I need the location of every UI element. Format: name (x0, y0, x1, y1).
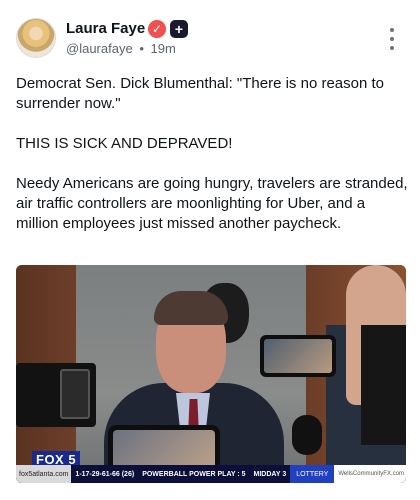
camera-right (361, 325, 406, 445)
author-handle[interactable]: @laurafaye (66, 41, 133, 56)
post-text: Democrat Sen. Dick Blumenthal: "There is… (16, 74, 411, 234)
ticker-item-midday: MIDDAY 3 (253, 470, 287, 478)
camera-left-screen (60, 369, 90, 419)
post-time: 19m (150, 41, 176, 56)
plus-badge-icon[interactable]: + (170, 20, 188, 38)
ticker-promo: WellsCommunityFX.com (334, 465, 406, 483)
post-paragraph-3: Needy Americans are going hungry, travel… (16, 175, 408, 232)
post-image[interactable]: FOX 5 fox5atlanta.com 1-17-29-61-66 (26)… (16, 265, 406, 483)
post-card: Laura Faye ✓ + @laurafaye • 19m Democrat… (0, 0, 420, 500)
author-meta: @laurafaye • 19m (66, 41, 176, 56)
speaker-hair (154, 291, 228, 325)
ticker-lottery: LOTTERY (290, 465, 335, 483)
ticker-item-numbers: 1-17-29-61-66 (26) (75, 470, 135, 478)
microphone (292, 415, 322, 455)
avatar[interactable] (16, 18, 56, 58)
check-badge-icon: ✓ (148, 20, 166, 38)
ticker-item-powerball: POWERBALL POWER PLAY : 5 (142, 470, 246, 478)
ticker-site: fox5atlanta.com (16, 465, 72, 483)
post-paragraph-2: THIS IS SICK AND DEPRAVED! (16, 135, 233, 152)
meta-separator: • (139, 41, 144, 56)
more-vertical-icon[interactable] (384, 28, 400, 50)
post-paragraph-1: Democrat Sen. Dick Blumenthal: "There is… (16, 75, 384, 112)
phone-right (260, 335, 336, 377)
news-ticker: fox5atlanta.com 1-17-29-61-66 (26) POWER… (16, 465, 406, 483)
author-name[interactable]: Laura Faye (66, 20, 145, 37)
